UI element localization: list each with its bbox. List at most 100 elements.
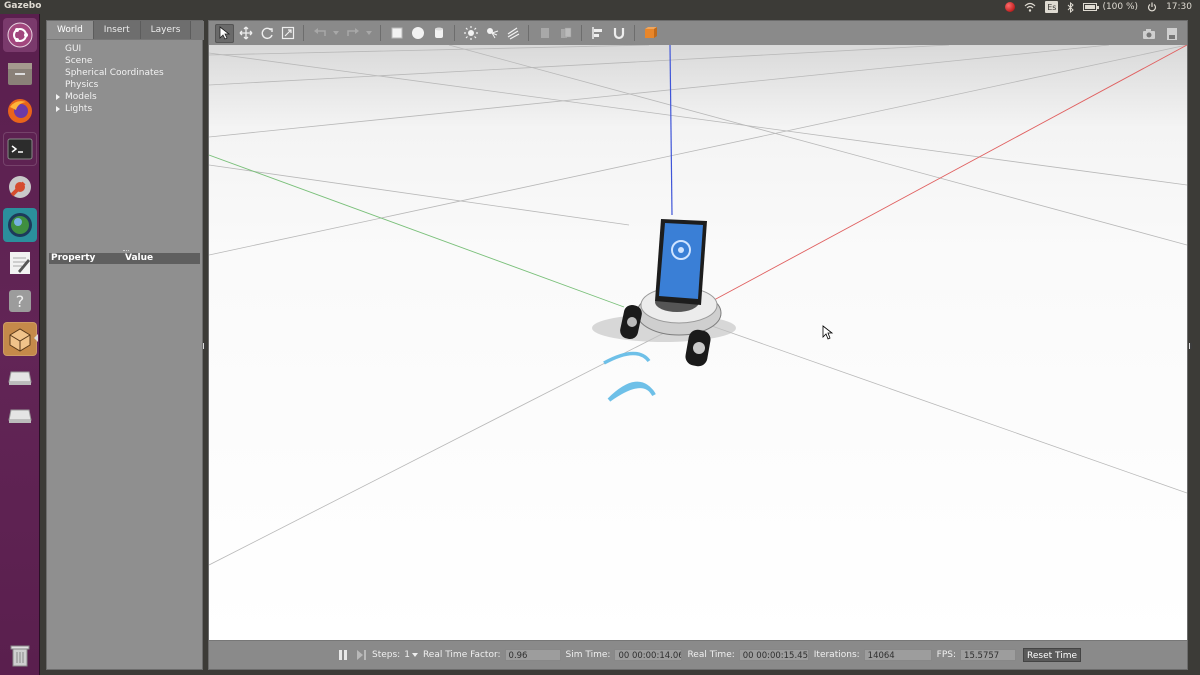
sim-time-label: Sim Time: [565, 650, 611, 660]
redo-icon[interactable] [343, 24, 362, 43]
sphere-icon[interactable] [408, 24, 427, 43]
tree-item-physics[interactable]: Physics [53, 79, 202, 91]
log-icon[interactable] [1162, 24, 1181, 43]
mouse-cursor-icon [822, 325, 834, 340]
panel-tabs: World Insert Layers [47, 21, 204, 40]
gazebo-icon[interactable] [3, 322, 37, 356]
property-table-header: Property Value [49, 253, 200, 264]
point-light-icon[interactable] [461, 24, 480, 43]
screenshot-icon[interactable] [1139, 24, 1158, 43]
translate-icon[interactable] [236, 24, 255, 43]
firefox-icon[interactable] [3, 94, 37, 128]
terminal-icon[interactable] [3, 132, 37, 166]
bottom-status-bar: Steps: 1 Real Time Factor: 0.96 Sim Time… [209, 640, 1187, 669]
value-column-header[interactable]: Value [123, 253, 153, 264]
left-panel: World Insert Layers GUI Scene Spherical … [46, 20, 204, 670]
expand-arrow-icon[interactable] [56, 106, 60, 112]
toolbar-separator [581, 25, 582, 41]
toolbar-separator [303, 25, 304, 41]
select-arrow-icon[interactable] [215, 23, 234, 43]
reset-time-button[interactable]: Reset Time [1023, 648, 1082, 662]
steps-chevron-down-icon[interactable] [411, 650, 418, 660]
window-title: Gazebo [4, 1, 42, 11]
cylinder-icon[interactable] [429, 24, 448, 43]
svg-text:?: ? [16, 292, 25, 311]
power-icon[interactable] [1147, 1, 1157, 13]
globe-app-icon[interactable] [3, 208, 37, 242]
bluetooth-icon[interactable] [1067, 1, 1075, 13]
box-icon[interactable] [387, 24, 406, 43]
pause-icon[interactable] [339, 650, 347, 660]
trash-icon[interactable] [3, 638, 37, 672]
fps-label: FPS: [936, 650, 957, 660]
ubuntu-dash-icon[interactable] [3, 18, 37, 52]
undo-icon[interactable] [310, 24, 329, 43]
real-time-factor-label: Real Time Factor: [422, 650, 501, 660]
expand-arrow-icon[interactable] [56, 94, 60, 100]
wifi-icon[interactable] [1024, 1, 1036, 13]
sim-time-field: 00 00:00:14.064 [614, 649, 683, 661]
robot-model[interactable] [592, 219, 736, 402]
world-tree: GUI Scene Spherical Coordinates Physics … [47, 41, 202, 251]
keyboard-layout-indicator[interactable]: Es [1045, 1, 1059, 13]
real-time-label: Real Time: [687, 650, 735, 660]
system-settings-icon[interactable] [3, 170, 37, 204]
battery-indicator[interactable]: (100 %) [1083, 1, 1138, 13]
help-icon[interactable]: ? [3, 284, 37, 318]
left-panel-collapse-handle[interactable] [203, 343, 206, 349]
tree-item-lights[interactable]: Lights [53, 103, 202, 115]
top-panel: Gazebo Es (100 %) 17:30 [0, 0, 1200, 14]
text-editor-icon[interactable] [3, 246, 37, 280]
file-manager-icon[interactable] [3, 56, 37, 90]
record-indicator-icon[interactable] [1005, 1, 1016, 13]
ground-marker-arc [607, 381, 656, 402]
spot-light-icon[interactable] [482, 24, 501, 43]
steps-value[interactable]: 1 [404, 650, 410, 660]
scene-render [209, 45, 1187, 566]
iterations-label: Iterations: [813, 650, 860, 660]
directional-light-icon[interactable] [503, 24, 522, 43]
phone-screen [659, 223, 703, 299]
undo-dropdown-chevron-down-icon[interactable] [331, 24, 341, 43]
launcher: ? [0, 14, 40, 675]
toolbar-separator [634, 25, 635, 41]
steps-label: Steps: [372, 650, 401, 660]
scene-area: Steps: 1 Real Time Factor: 0.96 Sim Time… [208, 20, 1188, 670]
toolbar-separator [454, 25, 455, 41]
battery-icon [1083, 3, 1100, 11]
tab-world[interactable]: World [47, 21, 94, 39]
tree-item-models[interactable]: Models [53, 91, 202, 103]
battery-text: (100 %) [1102, 2, 1139, 12]
z-axis-line [669, 45, 673, 216]
tree-item-scene[interactable]: Scene [53, 55, 202, 67]
toolbar [209, 21, 1187, 45]
ground-marker-arc [603, 351, 651, 365]
toolbar-separator [380, 25, 381, 41]
right-panel-expand-handle[interactable] [1189, 343, 1192, 349]
active-app-arrow [34, 334, 38, 342]
property-column-header[interactable]: Property [49, 253, 123, 264]
drive-icon[interactable] [3, 360, 37, 394]
panel-splitter-handle[interactable] [123, 250, 129, 252]
align-icon[interactable] [588, 24, 607, 43]
drive-icon-2[interactable] [3, 398, 37, 432]
iterations-field: 14064 [863, 649, 932, 661]
tab-insert[interactable]: Insert [93, 21, 141, 39]
step-forward-icon[interactable] [357, 650, 366, 660]
view-angle-icon[interactable] [641, 24, 660, 43]
redo-dropdown-chevron-down-icon[interactable] [364, 24, 374, 43]
fps-field: 15.5757 [960, 649, 1017, 661]
copy-icon[interactable] [535, 24, 554, 43]
paste-icon[interactable] [556, 24, 575, 43]
3d-viewport[interactable] [209, 45, 1187, 640]
tab-layers[interactable]: Layers [140, 21, 192, 39]
toolbar-separator [528, 25, 529, 41]
snap-icon[interactable] [609, 24, 628, 43]
real-time-factor-field: 0.96 [504, 649, 561, 661]
tree-item-gui[interactable]: GUI [53, 43, 202, 55]
clock[interactable]: 17:30 [1166, 1, 1192, 13]
real-time-field: 00 00:00:15.450 [738, 649, 809, 661]
scale-icon[interactable] [278, 24, 297, 43]
rotate-icon[interactable] [257, 24, 276, 43]
tree-item-spherical-coordinates[interactable]: Spherical Coordinates [53, 67, 202, 79]
